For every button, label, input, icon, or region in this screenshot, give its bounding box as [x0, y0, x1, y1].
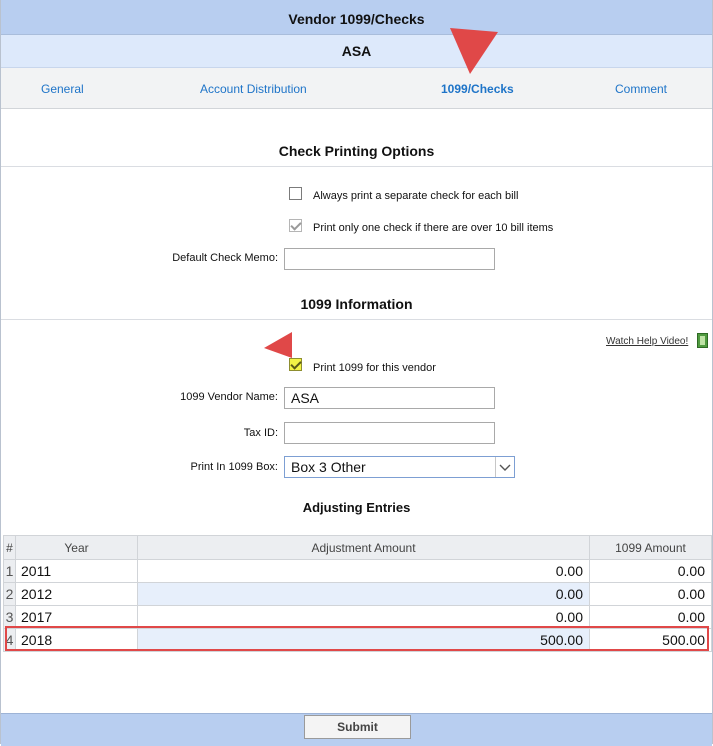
year-cell: 2012 — [15, 582, 138, 606]
tab-bar: General Account Distribution 1099/Checks… — [1, 68, 712, 109]
video-icon[interactable] — [697, 333, 708, 348]
watch-help-video-link[interactable]: Watch Help Video! — [606, 336, 688, 347]
annotation-arrow-checkbox — [264, 332, 292, 358]
check-memo-input[interactable] — [284, 248, 495, 270]
amount-1099-cell: 0.00 — [589, 582, 712, 606]
box-1099-label: Print In 1099 Box: — [190, 461, 278, 473]
window-title: Vendor 1099/Checks — [1, 0, 712, 35]
row-number: 1 — [3, 559, 16, 583]
divider — [1, 319, 712, 320]
vendor-name-header: ASA — [1, 35, 712, 68]
row-number: 3 — [3, 605, 16, 629]
col-header-year: Year — [15, 535, 138, 560]
vendor-name-1099-label: 1099 Vendor Name: — [180, 391, 278, 403]
col-header-number: # — [3, 535, 16, 560]
table-row[interactable]: 3 2017 0.00 0.00 — [3, 605, 712, 629]
submit-button[interactable]: Submit — [304, 715, 411, 739]
chevron-down-icon[interactable] — [495, 457, 514, 477]
amount-1099-cell: 0.00 — [589, 559, 712, 583]
adjustment-cell[interactable]: 0.00 — [137, 559, 590, 583]
amount-1099-cell: 500.00 — [589, 628, 712, 652]
annotation-arrow-tab — [450, 28, 498, 74]
amount-1099-cell: 0.00 — [589, 605, 712, 629]
tab-account-distribution[interactable]: Account Distribution — [200, 82, 307, 96]
row-number: 4 — [3, 628, 16, 652]
adjustment-cell[interactable]: 500.00 — [137, 628, 590, 652]
separate-check-checkbox[interactable] — [289, 187, 302, 200]
tax-id-input[interactable] — [284, 422, 495, 444]
year-cell: 2018 — [15, 628, 138, 652]
vendor-name-1099-input[interactable]: ASA — [284, 387, 495, 409]
one-check-checkbox[interactable] — [289, 219, 302, 232]
check-printing-heading: Check Printing Options — [278, 143, 435, 159]
info-1099-heading: 1099 Information — [300, 296, 413, 312]
adjustment-cell[interactable]: 0.00 — [137, 605, 590, 629]
tab-1099-checks[interactable]: 1099/Checks — [441, 82, 514, 96]
col-header-1099-amount: 1099 Amount — [589, 535, 712, 560]
table-header-row: # Year Adjustment Amount 1099 Amount — [3, 535, 712, 560]
table-row[interactable]: 2 2012 0.00 0.00 — [3, 582, 712, 606]
year-cell: 2017 — [15, 605, 138, 629]
adjusting-entries-heading: Adjusting Entries — [302, 500, 411, 515]
col-header-adjustment: Adjustment Amount — [137, 535, 590, 560]
adjustment-cell[interactable]: 0.00 — [137, 582, 590, 606]
print-1099-checkbox[interactable] — [289, 358, 302, 371]
year-cell: 2011 — [15, 559, 138, 583]
row-number: 2 — [3, 582, 16, 606]
box-1099-value: Box 3 Other — [291, 459, 366, 475]
divider — [1, 166, 712, 167]
adjusting-entries-table: # Year Adjustment Amount 1099 Amount 1 2… — [3, 535, 712, 652]
separate-check-label: Always print a separate check for each b… — [313, 190, 519, 202]
tax-id-label: Tax ID: — [243, 427, 278, 439]
one-check-label: Print only one check if there are over 1… — [313, 222, 554, 234]
memo-label: Default Check Memo: — [172, 252, 278, 264]
print-1099-label: Print 1099 for this vendor — [313, 362, 436, 374]
table-row[interactable]: 1 2011 0.00 0.00 — [3, 559, 712, 583]
tab-general[interactable]: General — [41, 82, 84, 96]
tab-comment[interactable]: Comment — [615, 82, 667, 96]
table-row[interactable]: 4 2018 500.00 500.00 — [3, 628, 712, 652]
box-1099-select[interactable]: Box 3 Other — [284, 456, 515, 478]
